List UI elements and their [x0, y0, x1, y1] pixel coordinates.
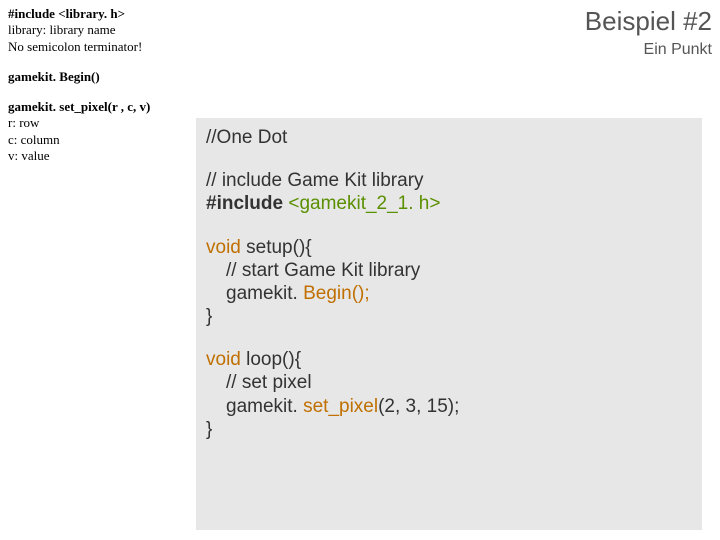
header-block: Beispiel #2 Ein Punkt [585, 6, 712, 59]
page-subtitle: Ein Punkt [585, 41, 712, 59]
code-loop-close: } [206, 418, 692, 441]
code-setpixel-args: (2, 3, 15); [378, 396, 459, 417]
left-reference-column: #include <library. h> library: library n… [8, 6, 188, 178]
code-loop-text: loop(){ [241, 349, 301, 370]
code-include-header: <gamekit_2_1. h> [288, 193, 440, 214]
ref-include: #include <library. h> library: library n… [8, 6, 188, 55]
code-begin-call: gamekit. Begin(); [206, 282, 692, 305]
code-setpixel-call: gamekit. set_pixel(2, 3, 15); [206, 395, 692, 418]
code-setup-comment: // start Game Kit library [206, 259, 692, 282]
code-comment-title: //One Dot [206, 126, 692, 149]
ref-setpixel: gamekit. set_pixel(r , c, v) r: row c: c… [8, 99, 188, 164]
code-gamekit-prefix-2: gamekit. [226, 396, 303, 417]
ref-include-head: #include <library. h> [8, 6, 188, 22]
code-begin-func: Begin(); [303, 283, 370, 304]
code-block: //One Dot // include Game Kit library #i… [196, 118, 702, 530]
ref-setpixel-c: c: column [8, 132, 188, 148]
ref-begin: gamekit. Begin() [8, 69, 188, 85]
code-include-keyword: #include [206, 193, 288, 214]
code-comment-include: // include Game Kit library [206, 169, 692, 192]
code-include-line: #include <gamekit_2_1. h> [206, 192, 692, 215]
ref-include-line1: library: library name [8, 22, 188, 38]
ref-setpixel-r: r: row [8, 115, 188, 131]
code-loop-decl: void loop(){ [206, 348, 692, 371]
code-setup-text: setup(){ [241, 237, 312, 258]
ref-setpixel-head: gamekit. set_pixel(r , c, v) [8, 99, 188, 115]
ref-begin-head: gamekit. Begin() [8, 69, 188, 85]
page-title: Beispiel #2 [585, 6, 712, 37]
code-setup-decl: void setup(){ [206, 236, 692, 259]
code-loop-comment: // set pixel [206, 371, 692, 394]
code-void-keyword-2: void [206, 349, 241, 370]
ref-setpixel-v: v: value [8, 148, 188, 164]
code-setup-close: } [206, 305, 692, 328]
ref-include-line2: No semicolon terminator! [8, 39, 188, 55]
code-void-keyword: void [206, 237, 241, 258]
code-gamekit-prefix: gamekit. [226, 283, 303, 304]
code-setpixel-func: set_pixel [303, 396, 378, 417]
